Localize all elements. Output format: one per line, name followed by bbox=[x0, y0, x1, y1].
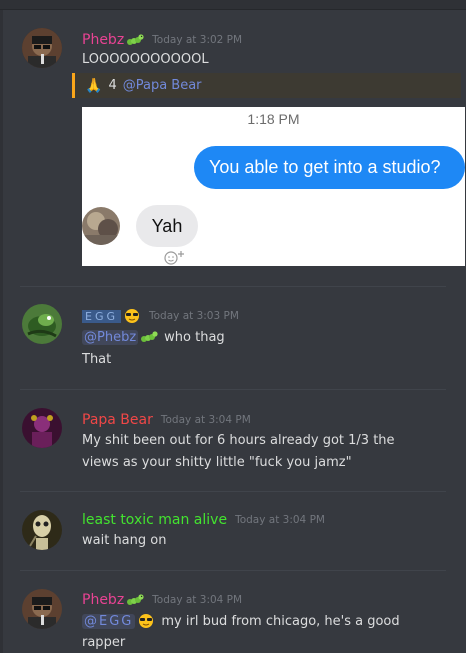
timestamp: Today at 3:04 PM bbox=[235, 514, 325, 526]
incoming-bubble: Yah bbox=[136, 205, 198, 247]
message-text: That bbox=[82, 352, 112, 367]
message-header: EGG Today at 3:03 PM bbox=[82, 306, 239, 326]
username-phebz[interactable]: Phebz bbox=[82, 592, 124, 608]
username-phebz[interactable]: Phebz bbox=[82, 32, 124, 48]
message-text: wait hang on bbox=[82, 533, 167, 548]
outgoing-bubble: You able to get into a studio? bbox=[194, 146, 465, 189]
message-text: views as your shitty little "fuck you ja… bbox=[82, 455, 352, 470]
avatar-phebz[interactable] bbox=[22, 589, 62, 629]
sunglasses-emoji-icon bbox=[137, 613, 155, 629]
message-header: Papa Bear Today at 3:04 PM bbox=[82, 410, 251, 430]
pray-emoji-icon: 🙏 bbox=[85, 77, 103, 94]
message-body: who thag bbox=[164, 329, 225, 345]
message-header: Phebz Today at 3:04 PM bbox=[82, 590, 242, 610]
timestamp: Today at 3:02 PM bbox=[152, 34, 243, 46]
avatar-papa-bear[interactable] bbox=[22, 408, 62, 448]
message-header: Phebz Today at 3:02 PM bbox=[82, 30, 242, 50]
avatar-phebz[interactable] bbox=[22, 28, 62, 68]
username-egg[interactable]: EGG bbox=[82, 309, 121, 323]
embed-time: 1:18 PM bbox=[247, 111, 300, 127]
channel-edge bbox=[0, 10, 3, 653]
message-body: my irl bud from chicago, he's a good bbox=[161, 613, 400, 629]
mention-egg[interactable]: @EGG bbox=[82, 613, 136, 629]
message-text: @EGG my irl bud from chicago, he's a goo… bbox=[82, 613, 400, 629]
message-divider bbox=[20, 286, 446, 287]
caterpillar-badge-icon bbox=[126, 32, 144, 48]
message-divider bbox=[20, 389, 446, 390]
reaction-mention[interactable]: @Papa Bear bbox=[123, 78, 202, 93]
image-embed[interactable]: 1:18 PM You able to get into a studio? Y… bbox=[82, 107, 465, 266]
reaction-bar[interactable]: 🙏 4 @Papa Bear bbox=[72, 73, 461, 98]
avatar-least-toxic[interactable] bbox=[22, 510, 62, 550]
username-papa-bear[interactable]: Papa Bear bbox=[82, 412, 153, 428]
message-divider bbox=[20, 570, 446, 571]
message-text: My shit been out for 6 hours already got… bbox=[82, 433, 395, 448]
message-text: LOOOOOOOOOOOL bbox=[82, 52, 209, 67]
avatar-egg[interactable] bbox=[22, 304, 62, 344]
embed-contact-avatar bbox=[82, 207, 120, 245]
reaction-count: 4 bbox=[108, 78, 117, 93]
top-bar bbox=[0, 0, 466, 10]
message-text: @Phebz who thag bbox=[82, 329, 225, 345]
message-text: rapper bbox=[82, 635, 126, 650]
caterpillar-badge-icon bbox=[140, 329, 158, 345]
mention-phebz[interactable]: @Phebz bbox=[82, 329, 139, 345]
timestamp: Today at 3:04 PM bbox=[160, 414, 251, 426]
sunglasses-emoji-icon bbox=[123, 308, 141, 324]
timestamp: Today at 3:04 PM bbox=[152, 594, 243, 606]
username-least-toxic[interactable]: least toxic man alive bbox=[82, 512, 227, 528]
message-header: least toxic man alive Today at 3:04 PM bbox=[82, 510, 325, 530]
caterpillar-badge-icon bbox=[126, 592, 144, 608]
timestamp: Today at 3:03 PM bbox=[149, 310, 239, 322]
message-divider bbox=[20, 491, 446, 492]
add-reaction-icon bbox=[164, 249, 186, 265]
